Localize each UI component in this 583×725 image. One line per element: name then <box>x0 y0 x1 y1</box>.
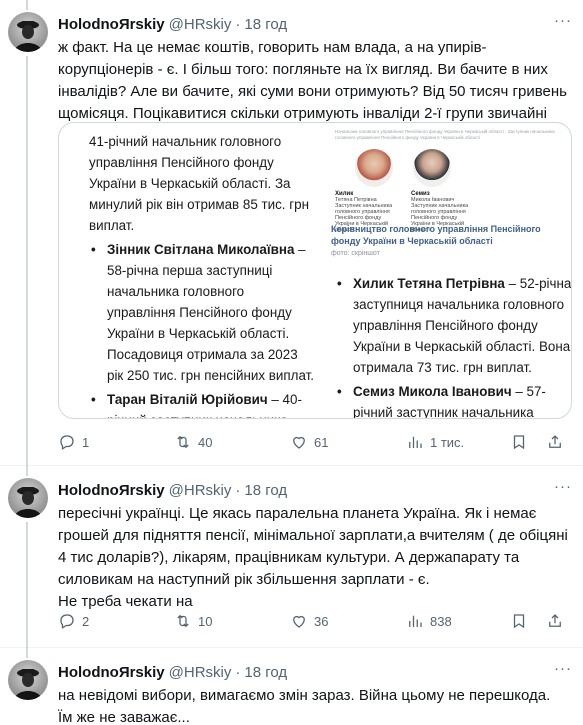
media-caption-title: Керівництво головного управління Пенсійн… <box>331 224 541 246</box>
media-left-intro: 41-річний начальник головного управління… <box>89 134 309 233</box>
views-button[interactable]: 838 <box>406 611 452 631</box>
more-icon[interactable]: ··· <box>553 661 573 682</box>
author-name[interactable]: HolodnoЯrskiy <box>58 16 165 33</box>
views-icon <box>409 436 422 448</box>
media-meta-top: Начальник головного управління Пенсійног… <box>335 129 555 140</box>
separator-dot: · <box>235 481 241 499</box>
timestamp[interactable]: 18 год <box>244 16 287 33</box>
tweet-media-image[interactable]: 41-річний начальник головного управління… <box>58 122 572 419</box>
media-list-item: Зінник Світлана Миколаївна – 58-річна пе… <box>89 239 315 386</box>
author-handle[interactable]: @HRskiy <box>169 482 232 499</box>
more-icon[interactable]: ··· <box>553 479 573 500</box>
thread-line <box>26 56 28 466</box>
avatar[interactable] <box>8 12 48 52</box>
media-list-item: Таран Віталій Юрійович – 40-річний засту… <box>89 389 315 418</box>
reply-count: 1 <box>82 434 90 450</box>
retweet-button[interactable]: 10 <box>174 611 212 631</box>
reply-button[interactable]: 2 <box>58 611 89 631</box>
media-list-item: Семиз Микола Іванович – 57-річний заступ… <box>335 381 571 418</box>
author-name[interactable]: HolodnoЯrskiy <box>58 664 165 681</box>
like-button[interactable]: 36 <box>290 611 328 631</box>
tweet-text: ж факт. На це немає коштів, говорить нам… <box>58 39 567 122</box>
like-count: 36 <box>314 613 329 629</box>
portrait-photo <box>413 149 451 187</box>
avatar[interactable] <box>8 660 48 700</box>
separator-dot: · <box>235 15 241 33</box>
media-list-item: Хилик Тетяна Петрівна – 52-річна заступн… <box>335 273 571 378</box>
views-count: 1 тис. <box>430 434 465 450</box>
photo-credit: фото: скріншот <box>331 250 380 257</box>
tweet-header: HolodnoЯrskiy @HRskiy · 18 год <box>58 662 287 682</box>
tweet-header: HolodnoЯrskiy @HRskiy · 18 год <box>58 14 287 34</box>
retweet-icon <box>177 614 189 628</box>
tweet[interactable]: HolodnoЯrskiy @HRskiy · 18 год ··· перес… <box>0 466 583 648</box>
reply-button[interactable]: 1 <box>58 432 89 452</box>
share-icon <box>549 614 561 627</box>
separator-dot: · <box>235 663 241 681</box>
reply-icon <box>60 435 74 450</box>
timestamp[interactable]: 18 год <box>244 664 287 681</box>
thread-line <box>26 466 28 476</box>
reply-count: 2 <box>82 613 90 629</box>
avatar-silhouette <box>14 21 42 52</box>
portrait-photo <box>355 149 393 187</box>
bookmark-icon <box>513 435 525 450</box>
like-icon <box>293 615 305 628</box>
tweet-actions: 1 40 61 1 тис. <box>58 432 572 452</box>
like-icon <box>293 436 305 449</box>
share-button[interactable] <box>546 432 564 452</box>
share-icon <box>549 435 561 448</box>
person-name: Зінник Світлана Миколаївна <box>107 242 295 257</box>
thread-line <box>26 648 28 658</box>
person-name: Хилик Тетяна Петрівна <box>353 276 505 291</box>
retweet-button[interactable]: 40 <box>174 432 212 452</box>
retweet-icon <box>177 435 189 449</box>
tweet[interactable]: HolodnoЯrskiy @HRskiy · 18 год ··· на не… <box>0 648 583 725</box>
share-button[interactable] <box>546 611 564 631</box>
person-name: Семиз Микола Іванович <box>353 384 512 399</box>
views-count: 838 <box>430 613 452 629</box>
media-right-column: Начальник головного управління Пенсійног… <box>323 123 571 418</box>
author-name[interactable]: HolodnoЯrskiy <box>58 482 165 499</box>
more-icon[interactable]: ··· <box>553 13 573 34</box>
bookmark-button[interactable] <box>510 432 528 452</box>
avatar-silhouette <box>14 669 42 700</box>
bookmark-button[interactable] <box>510 611 528 631</box>
avatar-silhouette <box>14 487 42 518</box>
thread-line <box>26 522 28 648</box>
views-button[interactable]: 1 тис. <box>406 432 464 452</box>
media-left-column: 41-річний начальник головного управління… <box>89 131 315 418</box>
reply-icon <box>60 614 74 629</box>
tweet-text: пересічні українці. Це якась паралельна … <box>58 505 568 610</box>
retweet-count: 10 <box>198 613 213 629</box>
media-right-list: Хилик Тетяна Петрівна – 52-річна заступн… <box>335 273 571 418</box>
author-handle[interactable]: @HRskiy <box>169 16 232 33</box>
tweet-actions: 2 10 36 838 <box>58 611 572 631</box>
thread-line <box>26 0 28 10</box>
timestamp[interactable]: 18 год <box>244 482 287 499</box>
author-handle[interactable]: @HRskiy <box>169 664 232 681</box>
tweet[interactable]: HolodnoЯrskiy @HRskiy · 18 год ··· ж фак… <box>0 0 583 466</box>
views-icon <box>409 615 422 627</box>
like-button[interactable]: 61 <box>290 432 328 452</box>
avatar[interactable] <box>8 478 48 518</box>
bookmark-icon <box>513 614 525 629</box>
person-desc: – 58-річна перша заступниці начальника г… <box>107 242 314 383</box>
tweet-text: на невідомі вибори, вимагаємо змін зараз… <box>58 687 551 725</box>
tweet-header: HolodnoЯrskiy @HRskiy · 18 год <box>58 480 287 500</box>
retweet-count: 40 <box>198 434 213 450</box>
like-count: 61 <box>314 434 329 450</box>
person-name: Таран Віталій Юрійович <box>107 392 268 407</box>
